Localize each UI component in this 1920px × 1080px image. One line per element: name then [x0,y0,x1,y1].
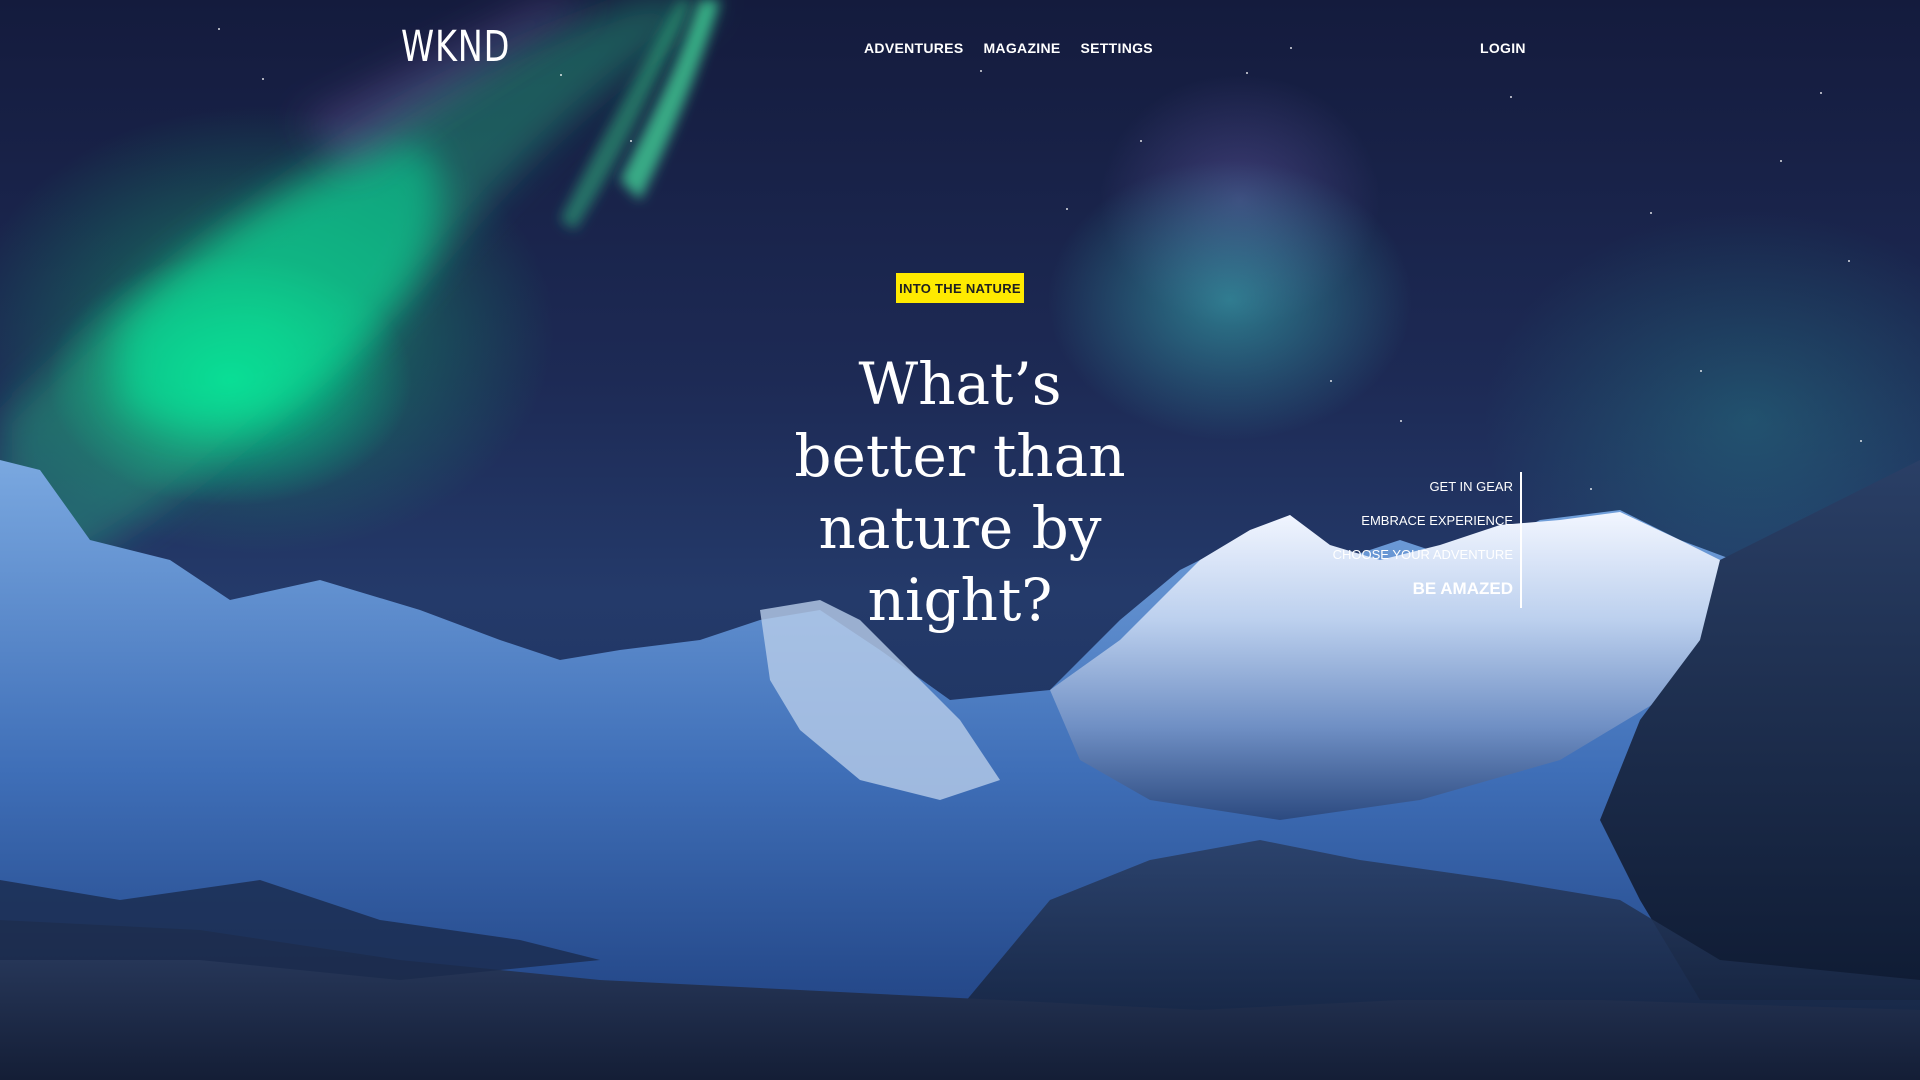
wknd-logo[interactable]: WKND [401,26,510,69]
hero-headline: What’s better than nature by night? [794,350,1126,634]
hero-background: WKND ADVENTURES MAGAZINE SETTINGS LOGIN … [0,0,1920,1080]
login-link[interactable]: LOGIN [1480,40,1526,56]
carousel-item-embrace-experience[interactable]: EMBRACE EXPERIENCE [1361,513,1513,528]
carousel-item-choose-your-adventure[interactable]: CHOOSE YOUR ADVENTURE [1333,547,1513,562]
site-header: WKND ADVENTURES MAGAZINE SETTINGS LOGIN [0,0,1920,100]
hero-tag: INTO THE NATURE [896,273,1024,303]
nav-magazine[interactable]: MAGAZINE [983,40,1060,56]
main-nav: ADVENTURES MAGAZINE SETTINGS [864,40,1153,56]
carousel-item-be-amazed[interactable]: BE AMAZED [1413,579,1513,599]
nav-settings[interactable]: SETTINGS [1081,40,1153,56]
carousel-item-get-in-gear[interactable]: GET IN GEAR [1429,479,1513,494]
carousel-indicators: GET IN GEAR EMBRACE EXPERIENCE CHOOSE YO… [1300,472,1522,608]
nav-adventures[interactable]: ADVENTURES [864,40,963,56]
